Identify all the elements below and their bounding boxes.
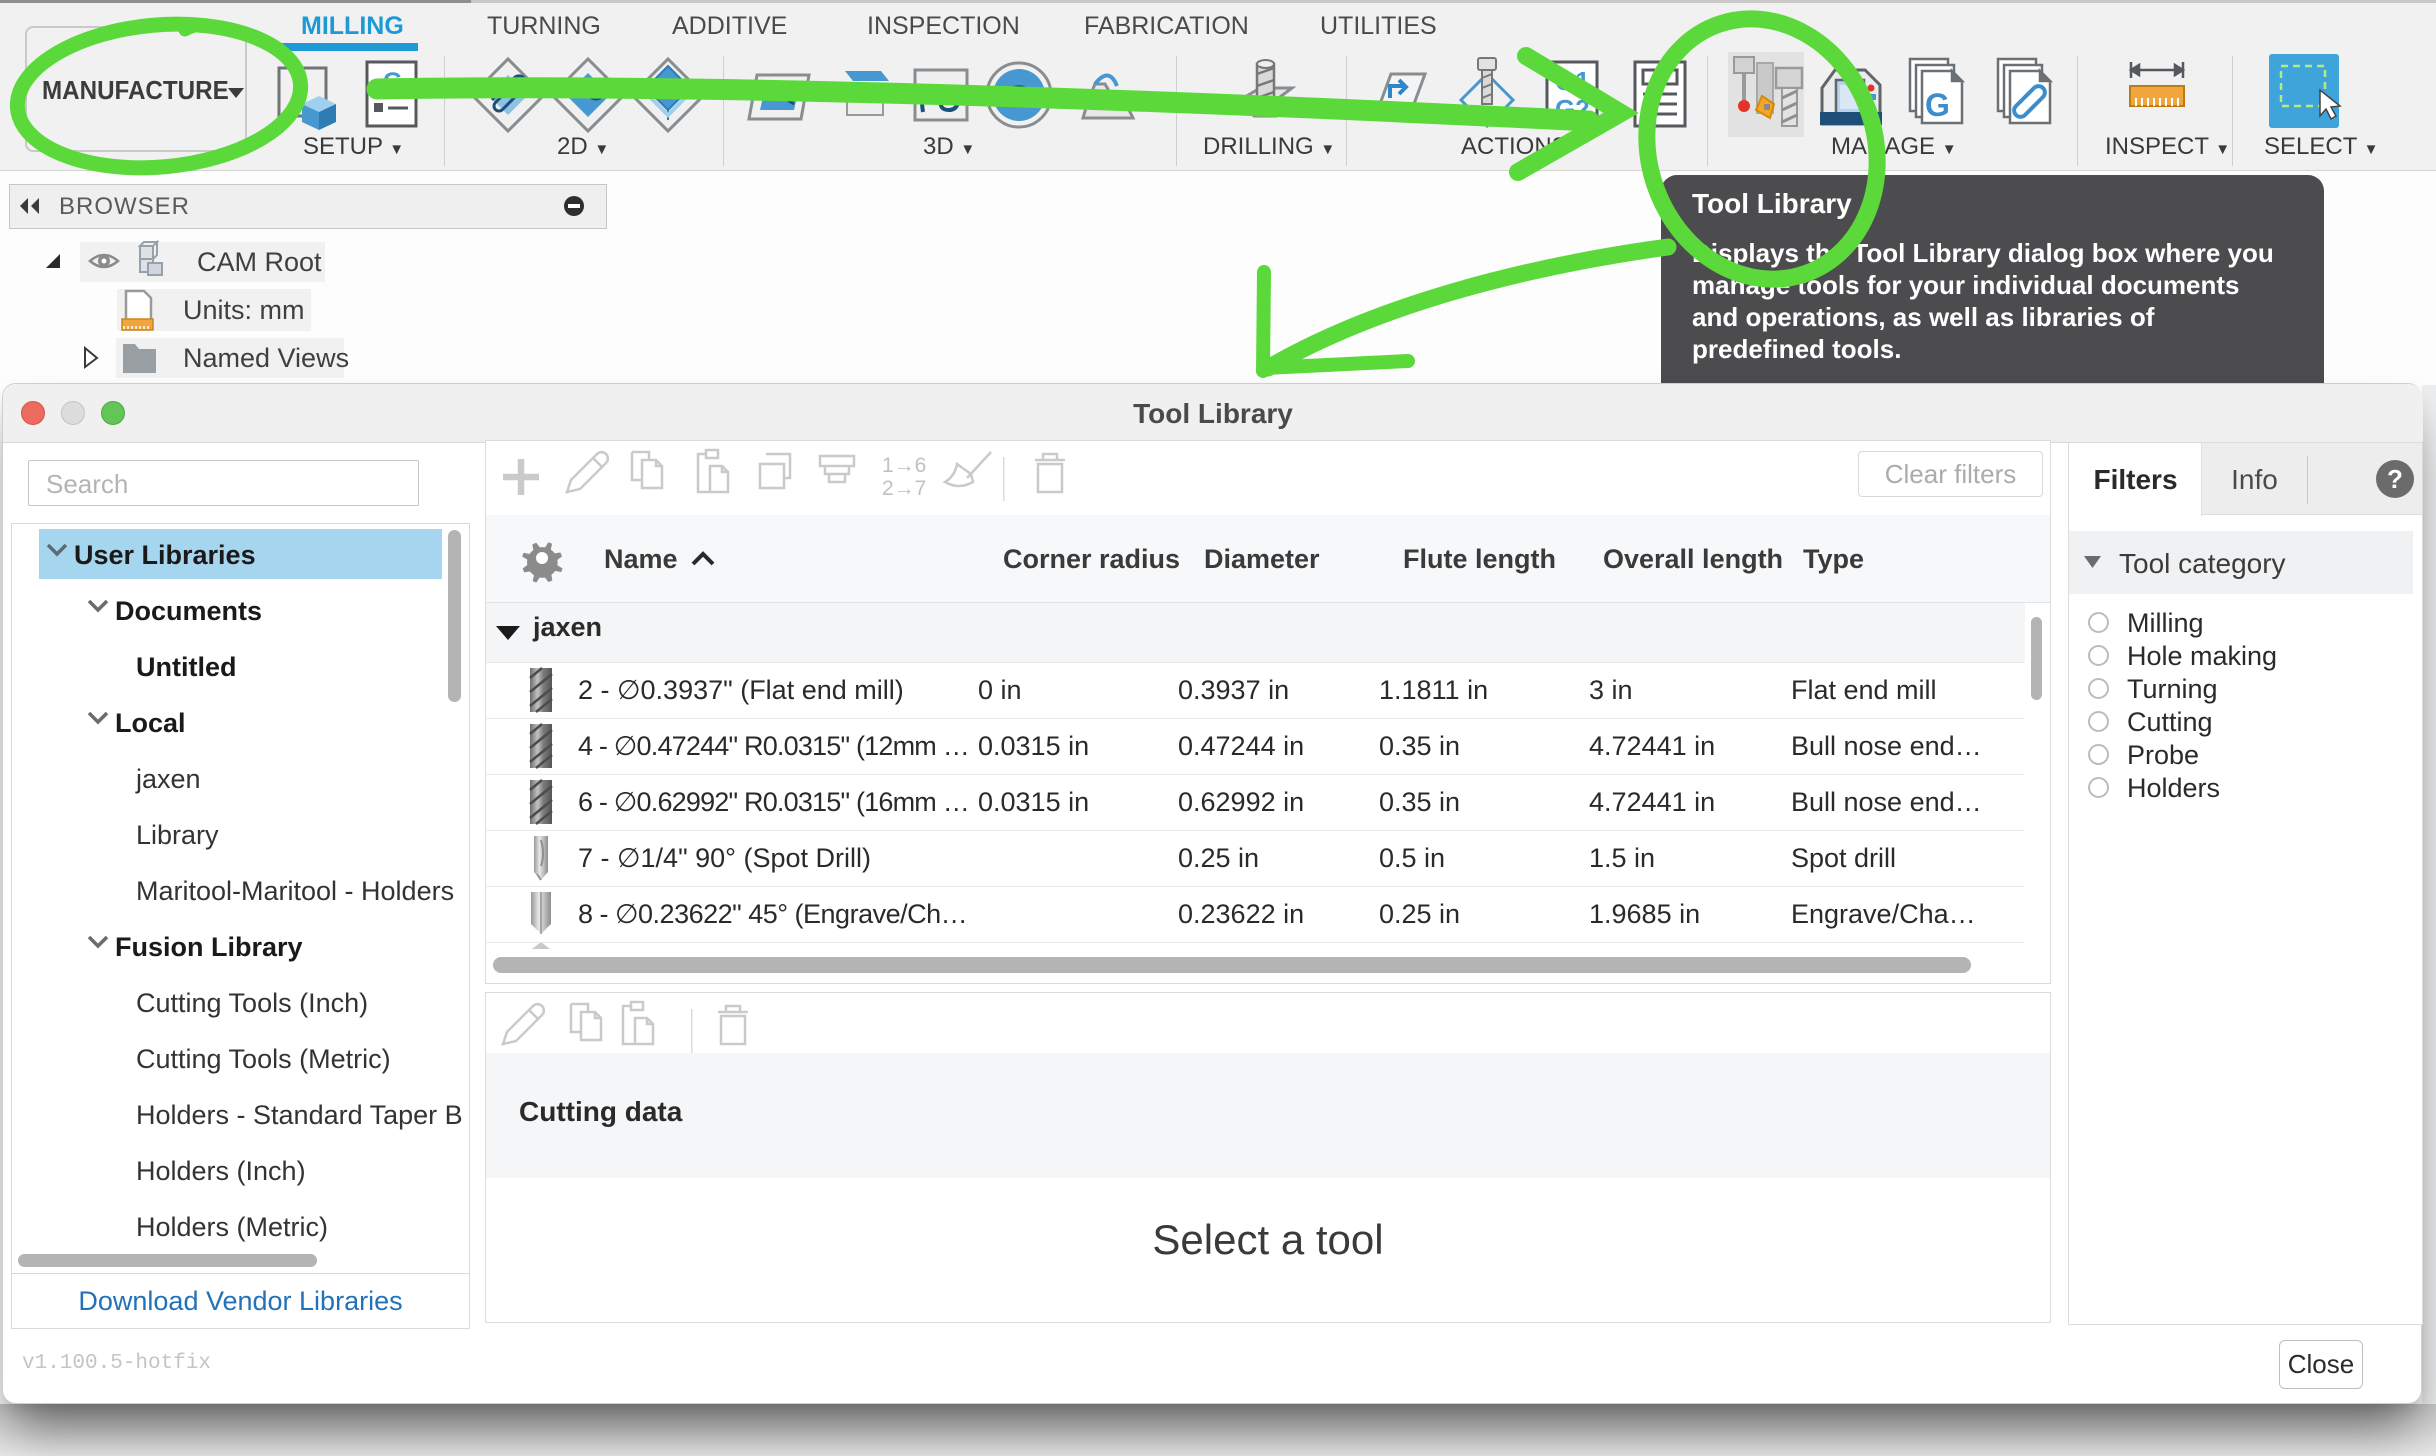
svg-text:G1: G1 — [1555, 66, 1590, 96]
svg-text:G: G — [1925, 87, 1950, 123]
svg-text:2→7: 2→7 — [882, 477, 926, 500]
svg-text:G2: G2 — [1555, 94, 1590, 124]
svg-text:G: G — [383, 68, 402, 96]
svg-text:1→6: 1→6 — [882, 454, 926, 477]
